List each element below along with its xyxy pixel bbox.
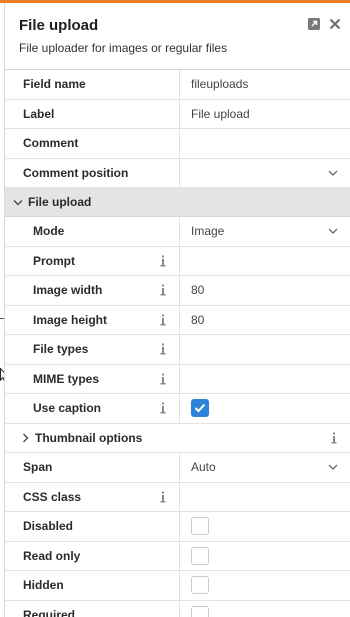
chevron-down-icon — [328, 170, 338, 176]
property-label-text: MIME types — [33, 371, 100, 386]
property-row-mime-types: MIME types — [5, 364, 350, 394]
property-label: CSS class — [5, 482, 180, 511]
property-label-text: CSS class — [23, 489, 82, 504]
close-icon[interactable] — [328, 17, 342, 31]
image-height-input[interactable]: 80 — [180, 306, 350, 335]
section-file-upload[interactable]: File upload — [5, 188, 350, 217]
property-row-field-name: Field name fileuploads — [5, 70, 350, 100]
read-only-cell — [180, 542, 350, 571]
property-row-label: Label File upload — [5, 99, 350, 129]
property-row-hidden: Hidden — [5, 571, 350, 601]
select-value: Image — [191, 224, 225, 239]
info-icon[interactable] — [159, 343, 167, 355]
property-label: Hidden — [5, 571, 180, 600]
image-width-input[interactable]: 80 — [180, 276, 350, 305]
property-label-text: File types — [33, 342, 89, 357]
property-row-span: Span Auto — [5, 453, 350, 483]
property-label: Comment — [5, 129, 180, 158]
hidden-cell — [180, 571, 350, 600]
property-label: Image width — [5, 276, 180, 305]
prompt-input[interactable] — [180, 247, 350, 276]
property-label: Comment position — [5, 158, 180, 187]
panel-subtitle: File uploader for images or regular file… — [19, 41, 228, 55]
select-value: Auto — [191, 460, 216, 475]
property-row-file-types: File types — [5, 335, 350, 365]
property-label: Label — [5, 99, 180, 128]
chevron-down-icon — [328, 228, 338, 235]
property-label: Image height — [5, 305, 180, 334]
info-icon[interactable] — [330, 432, 338, 444]
property-label: Field name — [5, 70, 180, 99]
property-row-read-only: Read only — [5, 541, 350, 571]
info-icon[interactable] — [159, 284, 167, 296]
field-name-input[interactable]: fileuploads — [180, 70, 350, 99]
property-label: MIME types — [5, 364, 180, 393]
span-select[interactable]: Auto — [180, 453, 350, 482]
group-label: Thumbnail options — [35, 430, 143, 445]
chevron-down-icon — [328, 464, 338, 471]
mime-types-input[interactable] — [180, 365, 350, 394]
panel-header: File upload File uploader for images or … — [5, 3, 350, 70]
info-icon[interactable] — [159, 255, 167, 267]
disabled-checkbox[interactable] — [191, 517, 209, 536]
property-row-prompt: Prompt — [5, 246, 350, 276]
comment-position-select[interactable] — [180, 159, 350, 188]
read-only-checkbox[interactable] — [191, 546, 209, 565]
group-thumbnail-options[interactable]: Thumbnail options — [5, 424, 350, 453]
section-label: File upload — [28, 195, 92, 209]
css-class-input[interactable] — [180, 483, 350, 512]
property-row-image-width: Image width 80 — [5, 276, 350, 306]
property-label: Prompt — [5, 246, 180, 275]
comment-input[interactable] — [180, 129, 350, 158]
info-icon[interactable] — [159, 491, 167, 503]
property-label: Read only — [5, 541, 180, 570]
property-row-comment-position: Comment position — [5, 158, 350, 188]
info-icon[interactable] — [159, 373, 167, 385]
property-label-text: Use caption — [33, 401, 102, 416]
property-row-image-height: Image height 80 — [5, 305, 350, 335]
property-label: Use caption — [5, 394, 180, 423]
chevron-right-icon — [23, 433, 29, 443]
info-icon[interactable] — [159, 402, 167, 414]
use-caption-cell — [180, 394, 350, 423]
info-icon[interactable] — [159, 314, 167, 326]
property-row-required: Required — [5, 600, 350, 617]
property-label: Mode — [5, 217, 180, 246]
disabled-cell — [180, 512, 350, 541]
property-label-text: Image width — [33, 283, 103, 298]
property-row-use-caption: Use caption — [5, 394, 350, 424]
property-label: Required — [5, 600, 180, 617]
required-checkbox[interactable] — [191, 605, 209, 617]
property-row-disabled: Disabled — [5, 512, 350, 542]
property-label-text: Image height — [33, 312, 108, 327]
checkmark-icon — [194, 404, 206, 413]
popout-icon[interactable] — [307, 17, 321, 31]
property-label-text: Prompt — [33, 253, 75, 268]
property-label: File types — [5, 335, 180, 364]
property-label: Span — [5, 453, 180, 482]
inspector-panel: File upload File uploader for images or … — [4, 3, 350, 617]
property-row-comment: Comment — [5, 129, 350, 159]
hidden-checkbox[interactable] — [191, 576, 209, 595]
required-cell — [180, 601, 350, 617]
label-input[interactable]: File upload — [180, 100, 350, 129]
property-label: Disabled — [5, 512, 180, 541]
property-row-css-class: CSS class — [5, 482, 350, 512]
mode-select[interactable]: Image — [180, 217, 350, 246]
file-types-input[interactable] — [180, 335, 350, 364]
property-row-mode: Mode Image — [5, 217, 350, 247]
use-caption-checkbox[interactable] — [191, 399, 209, 418]
chevron-down-icon — [13, 199, 23, 205]
panel-title: File upload — [19, 17, 99, 34]
